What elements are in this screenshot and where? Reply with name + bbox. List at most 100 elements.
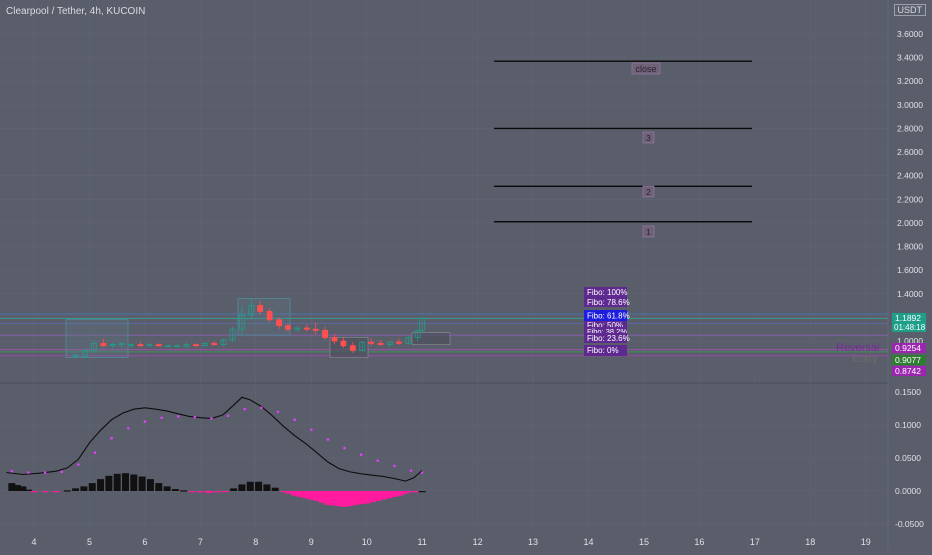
price-tick-label: 3.4000 xyxy=(897,53,923,63)
time-tick-label: 17 xyxy=(750,537,760,547)
target-2-label: 2 xyxy=(646,188,651,197)
chart-window: close 3 2 1 Fibo: 100% Fibo: 78.6% Fibo:… xyxy=(0,0,932,550)
level-b-label: 0.9077 xyxy=(895,355,921,365)
macd-bar xyxy=(180,490,188,492)
macd-bar xyxy=(121,473,129,491)
fibo-23-label: Fibo: 23.6% xyxy=(587,334,630,343)
candle-body xyxy=(137,344,144,347)
candle-body xyxy=(155,344,162,347)
range-box xyxy=(65,319,129,358)
macd-tick-label: 0.1000 xyxy=(895,420,921,430)
macd-bar xyxy=(24,489,32,491)
macd-panel xyxy=(6,396,426,507)
signal-dot xyxy=(359,453,363,457)
price-tick-label: 3.2000 xyxy=(897,76,923,86)
candle-body xyxy=(211,342,218,345)
signal-dot xyxy=(110,436,113,440)
time-tick-label: 13 xyxy=(528,537,538,547)
macd-bar xyxy=(138,476,146,491)
macd-bar xyxy=(221,491,229,493)
signal-dot xyxy=(276,410,280,414)
signal-dot xyxy=(60,470,64,474)
signal-dot xyxy=(420,471,424,474)
countdown-label: 01:48:18 xyxy=(894,323,926,332)
macd-bar xyxy=(238,484,246,491)
candle-body xyxy=(349,345,356,351)
signal-dot xyxy=(210,417,213,420)
signal-dot xyxy=(93,451,97,455)
target-close-label: close xyxy=(635,64,656,74)
target-1-label: 1 xyxy=(646,228,651,237)
macd-bar xyxy=(255,481,263,491)
level-a-label: 0.9254 xyxy=(895,343,921,353)
macd-tick-label: -0.0500 xyxy=(895,519,924,529)
time-tick-label: 9 xyxy=(309,537,314,547)
candle-body xyxy=(100,342,107,347)
macd-bar xyxy=(205,491,213,493)
macd-bar xyxy=(171,489,179,491)
signal-dot xyxy=(126,427,130,430)
candle-body xyxy=(340,340,347,347)
signal-dot xyxy=(409,469,413,472)
macd-line xyxy=(6,396,423,482)
macd-bar xyxy=(146,479,154,491)
candle-body xyxy=(303,327,310,330)
grid xyxy=(0,0,889,550)
signal-dot xyxy=(176,415,180,418)
price-tick-label: 1.4000 xyxy=(897,289,923,299)
fibo-labels: Fibo: 100% Fibo: 78.6% Fibo: 61.8% Fibo:… xyxy=(584,287,630,356)
candle-body xyxy=(193,344,199,347)
signal-dot xyxy=(293,418,296,422)
macd-bar xyxy=(188,491,196,493)
time-tick-label: 10 xyxy=(362,537,372,547)
symbol-title[interactable]: Clearpool / Tether, 4h, KUCOIN xyxy=(6,6,145,17)
signal-dot xyxy=(27,471,30,474)
signal-dot xyxy=(10,469,14,473)
signal-dot xyxy=(160,416,163,420)
signal-dot xyxy=(193,415,197,419)
price-tick-label: 3.0000 xyxy=(897,100,923,110)
candle-body xyxy=(331,337,338,342)
macd-bar xyxy=(163,486,171,491)
macd-tick-label: 0.1500 xyxy=(895,387,921,397)
annotation-layer: close 3 2 1 Fibo: 100% Fibo: 78.6% Fibo:… xyxy=(584,62,879,365)
candle-body xyxy=(257,305,264,312)
signal-dot xyxy=(260,406,263,410)
candle-body xyxy=(266,311,273,321)
macd-bar xyxy=(105,475,113,491)
fibo-61-label: Fibo: 61.8% xyxy=(587,312,630,321)
candle-body xyxy=(377,342,384,345)
fibo-100-label: Fibo: 100% xyxy=(587,288,627,297)
macd-bar xyxy=(52,491,60,493)
time-tick-label: 12 xyxy=(473,537,483,547)
price-tick-label: 1.8000 xyxy=(897,242,923,252)
signal-dot xyxy=(226,414,230,418)
macd-tick-label: 0.0500 xyxy=(895,453,921,463)
signal-dot xyxy=(143,420,147,424)
price-tick-label: 3.6000 xyxy=(897,29,923,39)
signal-dot xyxy=(326,438,330,441)
price-chart[interactable]: close 3 2 1 Fibo: 100% Fibo: 78.6% Fibo:… xyxy=(0,0,932,550)
macd-bar xyxy=(63,490,71,492)
time-tick-label: 4 xyxy=(31,537,36,547)
macd-bar xyxy=(213,491,221,493)
signal-dot xyxy=(343,446,346,450)
time-tick-label: 15 xyxy=(639,537,649,547)
currency-badge[interactable]: USDT xyxy=(893,4,926,16)
time-tick-label: 8 xyxy=(253,537,258,547)
signal-dot xyxy=(243,407,247,411)
target-3-label: 3 xyxy=(646,134,651,143)
macd-bar xyxy=(113,473,121,491)
price-tick-label: 2.2000 xyxy=(897,194,923,204)
macd-bar xyxy=(246,481,254,491)
price-tick-label: 2.4000 xyxy=(897,171,923,181)
fibo-0-label: Fibo: 0% xyxy=(587,346,619,355)
fibo-78-label: Fibo: 78.6% xyxy=(587,298,630,307)
candle-body xyxy=(276,319,282,327)
time-tick-label: 14 xyxy=(583,537,593,547)
time-tick-label: 7 xyxy=(198,537,203,547)
last-price-label: 1.1892 xyxy=(895,313,921,323)
macd-tick-label: 0.0000 xyxy=(895,486,921,496)
time-tick-label: 16 xyxy=(694,537,704,547)
macd-bar xyxy=(72,488,80,491)
